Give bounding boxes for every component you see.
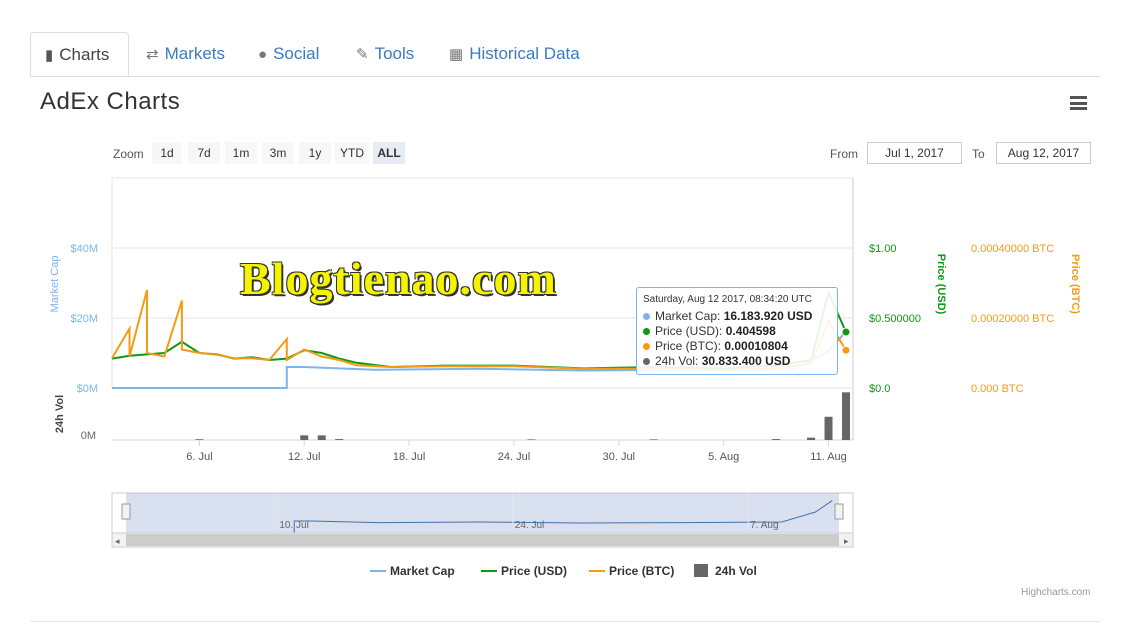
volume-bar <box>772 439 781 440</box>
y-tick-label-market-cap: $40M <box>70 243 98 255</box>
chart-tooltip: Saturday, Aug 12 2017, 08:34:20 UTC Mark… <box>636 287 838 375</box>
volume-bar <box>807 437 816 440</box>
tooltip-row-price-usd: Price (USD): 0.404598 <box>643 324 831 339</box>
scroll-right-arrow-icon[interactable]: ▸ <box>844 536 849 546</box>
volume-bar <box>195 439 204 440</box>
y-tick-label-market-cap: $0M <box>77 383 98 395</box>
x-tick-label: 18. Jul <box>393 451 425 463</box>
navigator-tick-label: 10. Jul <box>279 520 308 531</box>
x-tick-label: 5. Aug <box>708 451 739 463</box>
series-end-marker <box>841 345 851 355</box>
tooltip-row-market-cap: Market Cap: 16.183.920 USD <box>643 309 831 324</box>
chart-legend: Market Cap Price (USD) Price (BTC) 24h Vol <box>370 564 757 578</box>
navigator-tick-label: 7. Aug <box>750 520 778 531</box>
legend-item-label[interactable]: Price (USD) <box>501 564 567 578</box>
x-tick-label: 12. Jul <box>288 451 320 463</box>
y-axis-title-market-cap: Market Cap <box>49 256 61 313</box>
navigator: 10. Jul 24. Jul 7. Aug ◂ ▸ <box>111 492 854 548</box>
volume-bar <box>335 439 344 440</box>
volume-bar <box>300 435 309 440</box>
navigator-handle[interactable] <box>121 503 131 520</box>
legend-item-label[interactable]: Market Cap <box>390 564 455 578</box>
x-tick-label: 11. Aug <box>810 451 847 463</box>
y-axis-title-price-usd: Price (USD) <box>935 254 947 315</box>
volume-bar <box>527 439 536 440</box>
tooltip-row-price-btc: Price (BTC): 0.00010804 <box>643 339 831 354</box>
x-tick-label: 30. Jul <box>603 451 635 463</box>
y-tick-label-price-usd: $0.500000 <box>869 313 921 325</box>
volume-series <box>195 392 851 440</box>
y-tick-label-price-btc: 0.000 BTC <box>971 383 1024 395</box>
divider <box>30 621 1100 622</box>
volume-bar <box>824 416 833 440</box>
volume-bar <box>649 439 658 440</box>
volume-bar <box>842 392 851 440</box>
x-tick-label: 24. Jul <box>498 451 530 463</box>
y-tick-label-volume: 0M <box>81 430 96 442</box>
watermark-text: Blogtienao.com <box>240 253 557 304</box>
navigator-tick-label: 24. Jul <box>515 520 544 531</box>
navigator-scrollbar-thumb[interactable] <box>126 534 839 546</box>
legend-symbol <box>694 564 708 577</box>
y-tick-label-market-cap: $20M <box>70 313 98 325</box>
scroll-left-arrow-icon[interactable]: ◂ <box>115 536 120 546</box>
y-tick-label-price-usd: $1.00 <box>869 243 897 255</box>
legend-item-label[interactable]: Price (BTC) <box>609 564 674 578</box>
y-tick-label-price-btc: 0.00040000 BTC <box>971 243 1054 255</box>
x-tick-label: 6. Jul <box>186 451 212 463</box>
legend-item-label[interactable]: 24h Vol <box>715 564 757 578</box>
navigator-handle[interactable] <box>834 503 844 520</box>
price-chart[interactable]: $0M $20M $40M $0.0 $0.500000 $1.00 0.000 BTC 0.… <box>0 0 1144 627</box>
highcharts-credits[interactable]: Highcharts.com <box>1021 587 1090 598</box>
y-tick-label-price-btc: 0.00020000 BTC <box>971 313 1054 325</box>
y-axis-title-price-btc: Price (BTC) <box>1069 254 1081 314</box>
series-end-marker <box>841 327 851 337</box>
y-axis-title-volume: 24h Vol <box>54 395 66 433</box>
tooltip-row-volume: 24h Vol: 30.833.400 USD <box>643 354 831 369</box>
y-tick-label-price-usd: $0.0 <box>869 383 890 395</box>
volume-bar <box>317 435 326 440</box>
navigator-selection <box>126 493 839 533</box>
tooltip-header: Saturday, Aug 12 2017, 08:34:20 UTC <box>643 294 812 305</box>
